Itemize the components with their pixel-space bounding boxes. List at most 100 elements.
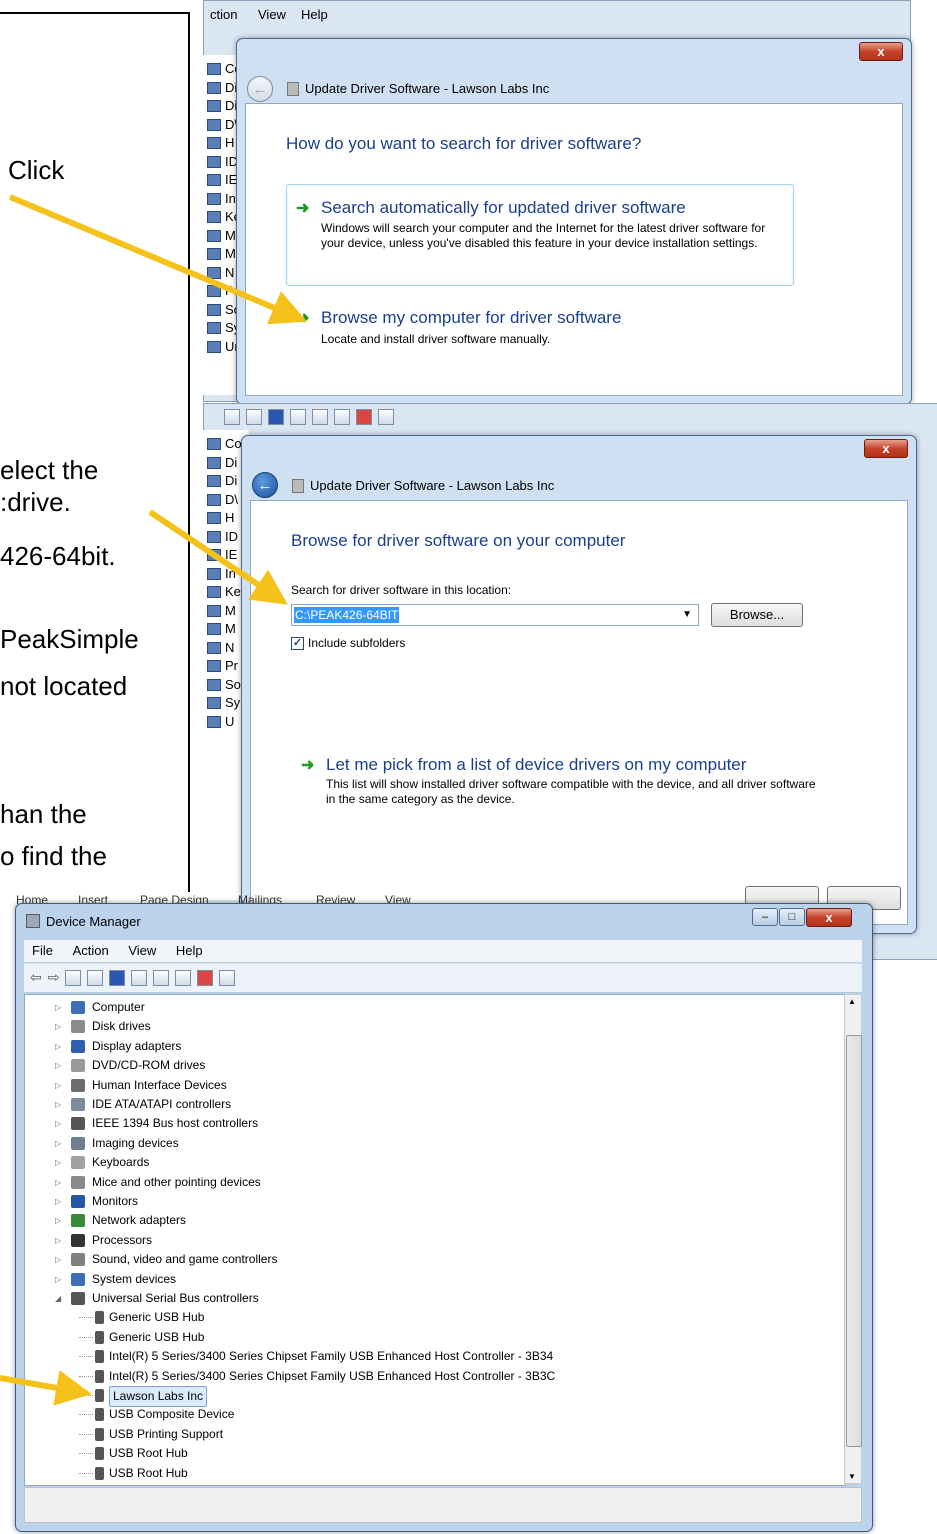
toolbar-icon[interactable] xyxy=(224,409,240,425)
chevron-down-icon[interactable]: ▼ xyxy=(682,609,692,620)
scroll-up-icon[interactable]: ▲ xyxy=(848,997,856,1006)
category-label-fragment: Pr xyxy=(225,658,238,673)
device-category-icon xyxy=(71,1156,85,1170)
back-icon[interactable]: ⇦ xyxy=(30,969,42,986)
expand-icon[interactable]: ▷ xyxy=(55,998,63,1017)
menu-file[interactable]: File xyxy=(24,940,61,958)
pick-from-list-title[interactable]: Let me pick from a list of device driver… xyxy=(326,755,746,775)
tree-device-label[interactable]: USB Printing Support xyxy=(109,1425,223,1444)
include-subfolders-checkbox[interactable]: ✓ xyxy=(291,637,304,650)
tree-category-label[interactable]: Computer xyxy=(92,998,145,1017)
vertical-scrollbar[interactable]: ▲ ▼ xyxy=(844,994,862,1484)
tree-category-label[interactable]: Mice and other pointing devices xyxy=(92,1173,261,1192)
bg-menu-action[interactable]: ction xyxy=(210,7,237,22)
tree-category-label[interactable]: Display adapters xyxy=(92,1037,181,1056)
device-category-icon xyxy=(71,1020,85,1034)
expand-icon[interactable]: ▷ xyxy=(55,1056,63,1075)
toolbar-icon[interactable] xyxy=(246,409,262,425)
menu-action[interactable]: Action xyxy=(65,940,117,958)
tree-device-label[interactable]: Intel(R) 5 Series/3400 Series Chipset Fa… xyxy=(109,1347,553,1366)
tree-category-label[interactable]: Human Interface Devices xyxy=(92,1076,227,1095)
tree-category-label[interactable]: Monitors xyxy=(92,1192,138,1211)
instruction-panel-border xyxy=(0,12,190,892)
close-icon[interactable]: x xyxy=(806,908,852,927)
expand-icon[interactable]: ▷ xyxy=(55,1250,63,1269)
enable-device-icon[interactable] xyxy=(219,969,236,986)
properties-icon[interactable] xyxy=(87,969,104,986)
tree-device-label[interactable]: USB Root Hub xyxy=(109,1464,188,1483)
expand-icon[interactable]: ▷ xyxy=(55,1270,63,1289)
expand-icon[interactable]: ▷ xyxy=(55,1134,63,1153)
tree-category-label[interactable]: Processors xyxy=(92,1231,152,1250)
usb-device-icon xyxy=(95,1408,104,1422)
tree-device-label[interactable]: USB Composite Device xyxy=(109,1405,234,1424)
uninstall-icon[interactable] xyxy=(197,969,214,986)
driver-path-input[interactable]: C:\PEAK426-64BIT ▼ xyxy=(291,604,699,626)
expand-icon[interactable]: ▷ xyxy=(55,1173,63,1192)
close-icon[interactable]: x xyxy=(859,42,903,61)
forward-icon[interactable]: ⇨ xyxy=(48,969,60,986)
update-driver-icon[interactable] xyxy=(175,969,192,986)
expand-icon[interactable]: ▷ xyxy=(55,1037,63,1056)
menu-help[interactable]: Help xyxy=(168,940,211,958)
close-icon[interactable]: x xyxy=(864,439,908,458)
update-driver-icon[interactable] xyxy=(334,409,350,425)
browse-computer-title[interactable]: Browse my computer for driver software xyxy=(321,308,621,328)
scroll-down-icon[interactable]: ▼ xyxy=(848,1472,856,1481)
scrollbar-thumb[interactable] xyxy=(846,1035,862,1447)
maximize-icon[interactable]: □ xyxy=(779,908,805,926)
expand-icon[interactable]: ▷ xyxy=(55,1231,63,1250)
expand-icon[interactable]: ▷ xyxy=(55,1211,63,1230)
action-pane-icon[interactable] xyxy=(131,969,148,986)
expand-icon[interactable]: ▷ xyxy=(55,1076,63,1095)
console-tree-icon[interactable] xyxy=(65,969,82,986)
tree-category-label[interactable]: Sound, video and game controllers xyxy=(92,1250,277,1269)
device-category-icon xyxy=(71,1195,85,1208)
tree-device-label[interactable]: Intel(R) 5 Series/3400 Series Chipset Fa… xyxy=(109,1367,555,1386)
tree-category-label[interactable]: Keyboards xyxy=(92,1153,149,1172)
tree-device-label[interactable]: USB Root Hub xyxy=(109,1444,188,1463)
minimize-icon[interactable]: – xyxy=(752,908,778,926)
uninstall-icon[interactable] xyxy=(356,409,372,425)
back-arrow-icon[interactable]: ← xyxy=(247,76,273,102)
back-arrow-icon[interactable]: ← xyxy=(252,472,278,498)
device-category-icon xyxy=(71,1272,85,1286)
tree-connector xyxy=(79,1453,93,1455)
tree-device-label[interactable]: Generic USB Hub xyxy=(109,1308,204,1327)
instruction-select-1: elect the xyxy=(0,455,99,485)
help-icon[interactable] xyxy=(109,969,126,986)
tree-device-label[interactable]: Generic USB Hub xyxy=(109,1328,204,1347)
dialog-title: Update Driver Software - Lawson Labs Inc xyxy=(305,81,550,96)
tree-category-label[interactable]: Network adapters xyxy=(92,1211,186,1230)
menu-view[interactable]: View xyxy=(120,940,164,958)
tree-category-label[interactable]: System devices xyxy=(92,1270,176,1289)
tree-category-label[interactable]: Disk drives xyxy=(92,1017,151,1036)
search-automatically-title[interactable]: Search automatically for updated driver … xyxy=(321,198,686,218)
tree-category-label[interactable]: IEEE 1394 Bus host controllers xyxy=(92,1114,258,1133)
expand-icon[interactable]: ▷ xyxy=(55,1153,63,1172)
expand-icon[interactable]: ▷ xyxy=(55,1017,63,1036)
enable-icon[interactable] xyxy=(378,409,394,425)
tree-category-label[interactable]: IDE ATA/ATAPI controllers xyxy=(92,1095,231,1114)
help-icon[interactable] xyxy=(268,409,284,425)
bg-menu-help[interactable]: Help xyxy=(301,7,328,22)
expand-icon[interactable]: ▷ xyxy=(55,1192,63,1211)
scan-hardware-icon[interactable] xyxy=(153,969,170,986)
instruction-find: o find the xyxy=(0,841,107,871)
device-icon xyxy=(287,82,299,96)
tree-category-label[interactable]: DVD/CD-ROM drives xyxy=(92,1056,205,1075)
device-category-icon xyxy=(207,118,221,131)
bg-menu-view[interactable]: View xyxy=(258,7,286,22)
scan-icon[interactable] xyxy=(312,409,328,425)
toolbar-icon[interactable] xyxy=(290,409,306,425)
tree-device-label[interactable]: Lawson Labs Inc xyxy=(109,1386,208,1407)
device-category-icon xyxy=(207,586,221,598)
expand-icon[interactable]: ▷ xyxy=(55,1095,63,1114)
tree-category-label[interactable]: Imaging devices xyxy=(92,1134,179,1153)
collapse-icon[interactable]: ◢ xyxy=(55,1289,63,1308)
device-category-icon xyxy=(207,155,221,168)
include-subfolders-label[interactable]: Include subfolders xyxy=(308,636,405,651)
expand-icon[interactable]: ▷ xyxy=(55,1114,63,1133)
browse-button[interactable]: Browse... xyxy=(711,603,803,627)
tree-category-label[interactable]: Universal Serial Bus controllers xyxy=(92,1289,259,1308)
